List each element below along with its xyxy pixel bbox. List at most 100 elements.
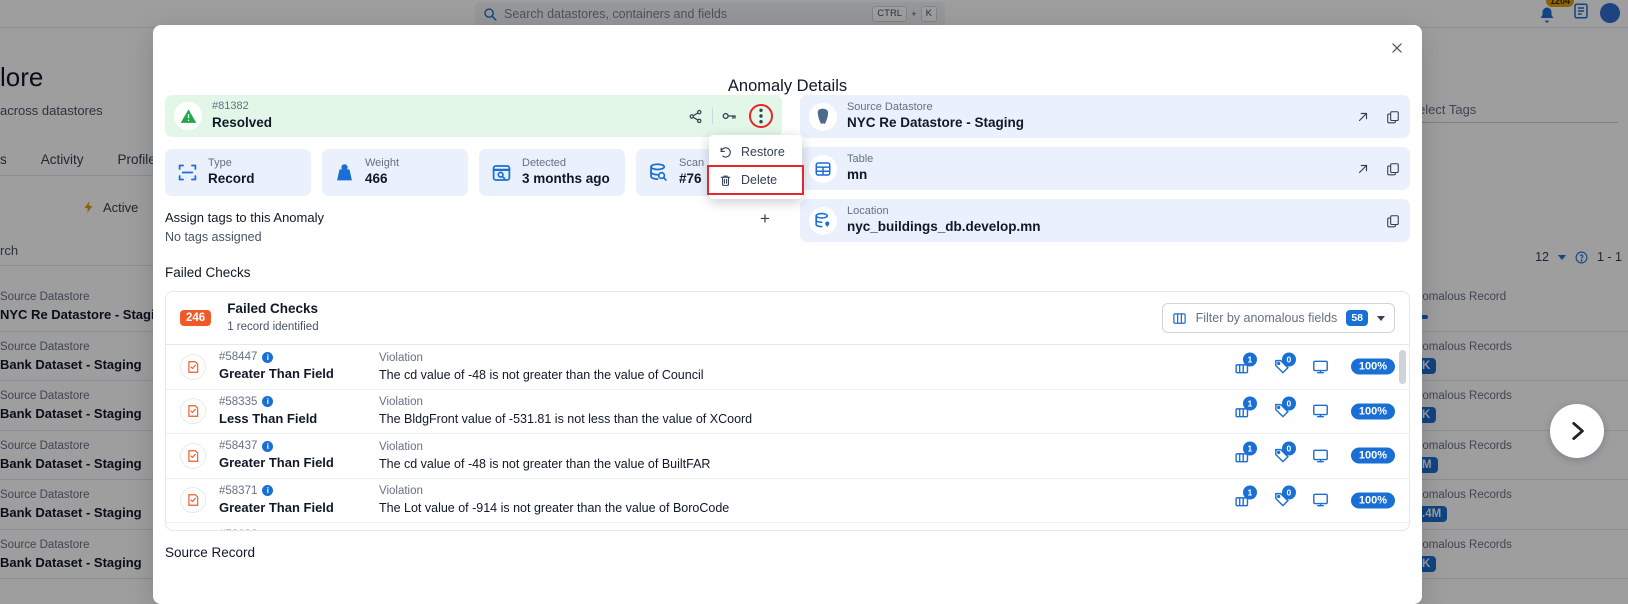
chart-icon[interactable]: 1: [1234, 485, 1257, 509]
check-violation: Violation The Lot value of -914 is not g…: [379, 483, 729, 517]
list-item[interactable]: nomalous Records .4M: [1398, 480, 1628, 530]
warning-triangle-icon: [174, 102, 202, 130]
check-name: Less Than Field: [219, 410, 318, 426]
list-item[interactable]: nomalous Record: [1398, 282, 1628, 332]
notification-count-badge: 1204: [1546, 0, 1575, 7]
table-actions: [1356, 162, 1400, 176]
tag-icon[interactable]: 0: [1273, 396, 1296, 420]
list-item-value: Bank Dataset - Staging: [0, 406, 142, 422]
violation-label: Violation: [379, 440, 423, 453]
banner-action-group: [683, 103, 773, 129]
copy-icon[interactable]: [1386, 162, 1400, 176]
monitor-icon[interactable]: [1312, 358, 1329, 375]
tile-weight-label: Weight: [365, 156, 400, 169]
page-title: lore: [0, 62, 44, 92]
postgres-elephant-icon: [808, 102, 837, 131]
tile-type: Type Record: [165, 149, 311, 196]
info-icon[interactable]: i: [262, 351, 274, 363]
monitor-icon[interactable]: [1312, 447, 1329, 464]
help-circle-icon[interactable]: [1575, 251, 1588, 264]
list-item[interactable]: Source Datastore Bank Dataset - Staging: [0, 431, 175, 480]
check-metrics: 1 0 100%: [1234, 396, 1395, 420]
page-subtitle: across datastores: [0, 103, 103, 118]
next-page-button[interactable]: [1550, 404, 1604, 458]
kebab-menu-icon[interactable]: [748, 104, 773, 128]
global-search-input[interactable]: Search datastores, containers and fields…: [475, 2, 945, 26]
chevron-down-icon[interactable]: [1557, 254, 1566, 260]
share-icon[interactable]: [683, 103, 709, 129]
list-item[interactable]: Source Datastore Bank Dataset - Staging: [0, 332, 175, 381]
filter-by-anomalous-fields-button[interactable]: Filter by anomalous fields 58: [1161, 303, 1395, 333]
check-violation: Violation The BldgFront value of -531.81…: [379, 394, 752, 428]
kbd-plus: +: [911, 8, 917, 20]
table-row[interactable]: #58335 i Less Than Field Violation The B…: [166, 390, 1409, 434]
monitor-icon[interactable]: [1312, 492, 1329, 509]
list-item[interactable]: Source Datastore Bank Dataset - Staging: [0, 381, 175, 431]
list-item[interactable]: Source Datastore Bank Dataset - Staging: [0, 480, 175, 530]
info-row-location: Location nyc_buildings_db.develop.mn: [799, 199, 1410, 242]
tag-icon[interactable]: 0: [1273, 352, 1296, 375]
location-value: nyc_buildings_db.develop.mn: [846, 219, 1041, 235]
tile-type-value: Record: [208, 171, 255, 187]
avatar[interactable]: [1600, 3, 1620, 23]
tag-icon[interactable]: 0: [1273, 485, 1296, 509]
page-size-value[interactable]: 12: [1535, 250, 1549, 264]
restore-icon: [719, 146, 732, 159]
source-datastore-actions: [1356, 110, 1400, 124]
violation-description: The BldgFront value of -531.81 is not le…: [379, 412, 753, 427]
tags-empty-text: No tags assigned: [165, 230, 262, 244]
list-item[interactable]: nomalous Records K: [1398, 530, 1628, 579]
tag-icon[interactable]: 0: [1273, 441, 1296, 464]
tab-0[interactable]: s: [0, 152, 7, 167]
menu-item-delete[interactable]: Delete: [707, 165, 804, 195]
notifications-button[interactable]: 1204: [1538, 0, 1575, 24]
docs-icon[interactable]: [1572, 2, 1590, 20]
check-identity: #58632 i Greater Than Field: [219, 527, 379, 530]
table-row[interactable]: #58447 i Greater Than Field Violation Th…: [166, 345, 1409, 390]
list-item-label: Source Datastore: [0, 291, 90, 303]
chart-icon[interactable]: 1: [1234, 441, 1257, 464]
select-tags-field[interactable]: elect Tags: [1418, 97, 1618, 123]
chart-icon[interactable]: 1: [1234, 352, 1257, 375]
open-external-icon[interactable]: [1356, 110, 1370, 124]
list-item[interactable]: Source Datastore NYC Re Datastore - Stag…: [0, 282, 175, 332]
chart-icon[interactable]: 1: [1234, 396, 1257, 420]
percent-badge: 100%: [1350, 492, 1395, 509]
copy-icon[interactable]: [1386, 214, 1400, 228]
list-item-label: nomalous Records: [1416, 489, 1512, 501]
monitor-icon[interactable]: [1312, 403, 1329, 420]
info-icon[interactable]: i: [262, 485, 274, 497]
table-row[interactable]: #58437 i Greater Than Field Violation Th…: [166, 434, 1409, 479]
location-label: Location: [846, 204, 889, 217]
table-row[interactable]: #58632 i Greater Than Field Violation: [166, 523, 1409, 530]
info-icon[interactable]: i: [262, 440, 274, 452]
check-identity: #58335 i Less Than Field: [219, 394, 379, 429]
calendar-search-icon: [491, 162, 512, 183]
failed-checks-header-title: Failed Checks: [227, 300, 318, 316]
table-kv: Table mn: [847, 152, 873, 186]
kebab-dropdown-menu: Restore Delete: [707, 135, 804, 199]
open-external-icon[interactable]: [1356, 162, 1370, 176]
location-actions: [1386, 214, 1400, 228]
info-icon[interactable]: i: [262, 396, 274, 408]
table-row[interactable]: #58371 i Greater Than Field Violation Th…: [166, 479, 1409, 523]
list-item-value: Bank Dataset - Staging: [0, 505, 142, 521]
location-db-icon: [808, 206, 837, 235]
list-item[interactable]: nomalous Records K: [1398, 332, 1628, 381]
anomaly-state: Resolved: [212, 114, 273, 130]
percent-badge: 100%: [1350, 358, 1395, 375]
filter-chip-active[interactable]: Active: [82, 200, 138, 215]
check-id: #58447: [219, 351, 258, 364]
list-item[interactable]: Source Datastore Bank Dataset - Staging: [0, 530, 175, 579]
plus-icon[interactable]: +: [760, 210, 770, 227]
check-document-icon: [180, 398, 206, 425]
tab-activity[interactable]: Activity: [41, 152, 84, 167]
list-item-label: Source Datastore: [0, 538, 90, 551]
close-icon[interactable]: [1386, 37, 1408, 59]
key-icon[interactable]: [716, 103, 742, 129]
failed-checks-scrollbar[interactable]: [1399, 350, 1406, 384]
tile-weight-value: 466: [365, 171, 388, 187]
copy-icon[interactable]: [1386, 110, 1400, 124]
check-name: Greater Than Field: [219, 366, 334, 382]
menu-item-restore[interactable]: Restore: [709, 139, 802, 165]
